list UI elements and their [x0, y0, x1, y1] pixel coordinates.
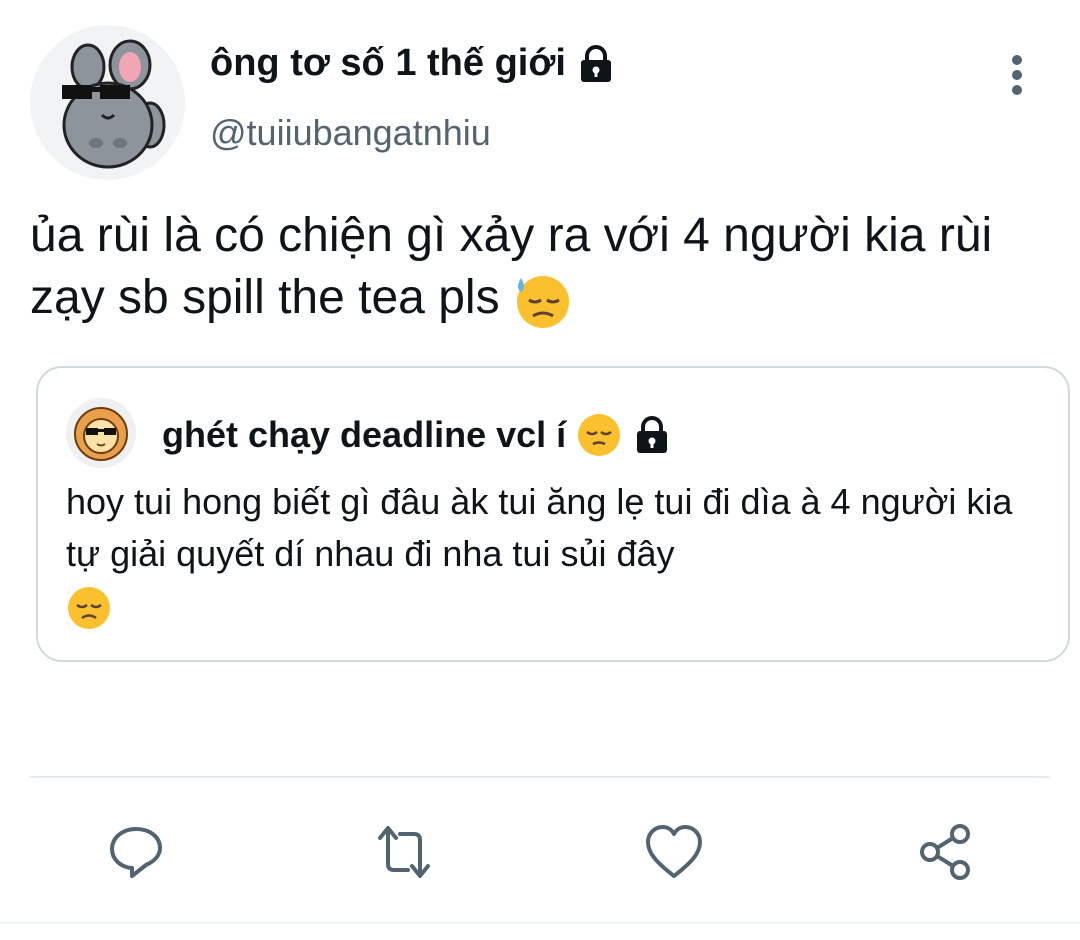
share-icon	[920, 824, 970, 880]
quote-author-avatar[interactable]	[66, 398, 136, 468]
action-bar-divider	[30, 776, 1050, 778]
bottom-border	[0, 922, 1080, 924]
more-vertical-icon	[1012, 55, 1022, 95]
like-button[interactable]	[642, 820, 706, 884]
like-icon	[646, 825, 702, 878]
quote-text-block: hoy tui hong biết gì đâu àk tui ăng lẹ t…	[66, 476, 1026, 632]
retweet-button[interactable]	[372, 820, 436, 884]
chinchilla-sunglasses-avatar	[62, 39, 166, 169]
tweet-text-block: ủa rùi là có chiện gì xảy ra với 4 người…	[30, 205, 1050, 330]
author-handle[interactable]: @tuiiubangatnhiu	[210, 112, 491, 154]
tweet-text: ủa rùi là có chiện gì xảy ra với 4 người…	[30, 209, 993, 324]
more-options-button[interactable]	[1000, 50, 1034, 100]
pensive-face-emoji	[578, 414, 621, 456]
disappointed-face-emoji	[68, 587, 110, 630]
lock-icon	[580, 44, 611, 82]
downcast-face-with-sweat-emoji	[516, 276, 569, 329]
quoted-tweet-card[interactable]: ghét chạy deadline vcl í hoy tui hong bi…	[36, 366, 1070, 662]
retweet-icon	[378, 826, 430, 878]
lock-icon	[637, 416, 668, 453]
share-button[interactable]	[914, 820, 978, 884]
reply-button[interactable]	[104, 820, 168, 884]
author-avatar[interactable]	[30, 25, 185, 180]
author-display-name[interactable]: ông tơ số 1 thế giới	[210, 42, 566, 85]
quote-text: hoy tui hong biết gì đâu àk tui ăng lẹ t…	[66, 481, 1013, 574]
reply-icon	[110, 827, 162, 878]
lion-sunglasses-avatar	[74, 407, 128, 461]
author-display-name-row[interactable]: ông tơ số 1 thế giới	[210, 42, 616, 85]
quote-author-name[interactable]: ghét chạy deadline vcl í	[162, 414, 566, 456]
quote-author-name-row[interactable]: ghét chạy deadline vcl í	[162, 412, 672, 458]
